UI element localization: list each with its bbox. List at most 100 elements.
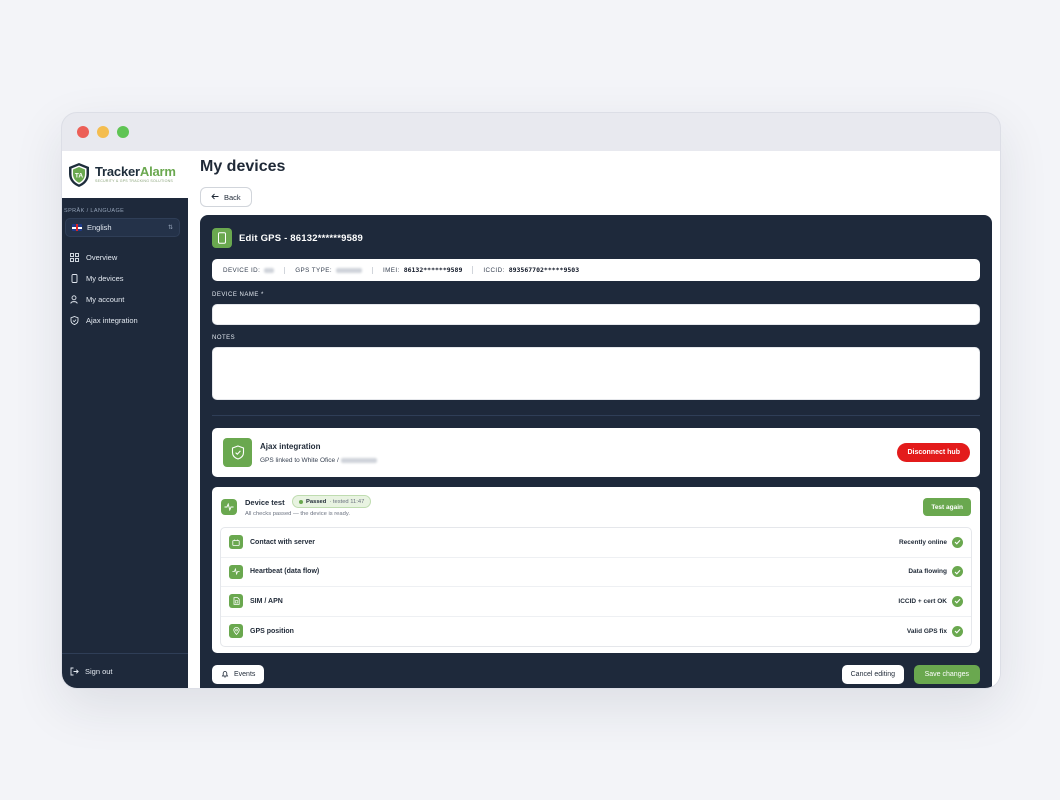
iccid-label: ICCID:	[483, 266, 505, 274]
logo-monogram: TA	[75, 172, 83, 179]
device-id-redacted	[264, 267, 275, 273]
language-select[interactable]: English ⇅	[65, 218, 180, 237]
sidebar-item-label: My account	[86, 295, 125, 304]
check-label: Contact with server	[250, 538, 315, 546]
location-icon	[229, 624, 243, 639]
language-label: SPRÅK / LANGUAGE	[64, 208, 125, 214]
check-row-heartbeat: Heartbeat (data flow) Data flowing	[221, 558, 971, 587]
logo[interactable]: TA TrackerAlarm SECURITY & GPS TRACKING …	[62, 151, 188, 198]
check-label: GPS position	[250, 627, 294, 635]
uk-flag-icon	[72, 224, 82, 231]
window-titlebar	[62, 113, 1000, 151]
sidebar-item-my-account[interactable]: My account	[62, 289, 188, 310]
device-id-label: DEVICE ID:	[223, 266, 261, 274]
check-row-server: Contact with server Recently online	[221, 528, 971, 558]
disconnect-hub-button[interactable]: Disconnect hub	[897, 443, 970, 462]
check-label: Heartbeat (data flow)	[250, 568, 320, 576]
section-divider	[212, 415, 980, 416]
ajax-subtitle: GPS linked to White Ofice /	[260, 457, 339, 464]
checks-list: Contact with server Recently online Hear…	[220, 527, 972, 647]
check-circle-icon	[952, 566, 963, 578]
device-test-card: Device test Passed · tested 11:47 All ch…	[212, 487, 980, 653]
status-dot-icon	[299, 499, 303, 504]
brand-name-part2: Alarm	[139, 164, 176, 179]
imei-group: IMEI: 86132******9589	[382, 266, 474, 274]
sign-out-label: Sign out	[85, 666, 113, 676]
language-value: English	[87, 223, 112, 232]
check-status: Valid GPS fix	[906, 627, 947, 635]
back-label: Back	[224, 192, 241, 202]
status-badge: Passed · tested 11:47	[292, 495, 372, 508]
maximize-window-button[interactable]	[117, 126, 129, 138]
device-name-input[interactable]	[212, 304, 980, 325]
shield-icon	[70, 316, 79, 325]
sidebar-item-my-devices[interactable]: My devices	[62, 268, 188, 289]
iccid-value: 893567702*****9503	[508, 266, 580, 274]
events-button[interactable]: Events	[212, 665, 265, 684]
device-identifiers-bar: DEVICE ID: GPS TYPE: IMEI: 86132******95…	[212, 259, 980, 281]
sidebar-item-label: Overview	[86, 253, 118, 262]
events-label: Events	[234, 671, 256, 678]
iccid-group: ICCID: 893567702*****9503	[483, 266, 589, 274]
cancel-editing-button[interactable]: Cancel editing	[841, 665, 904, 684]
save-changes-button[interactable]: Save changes	[913, 665, 980, 684]
check-row-gps: GPS position Valid GPS fix	[221, 617, 971, 647]
ajax-integration-card: Ajax integration GPS linked to White Ofi…	[212, 428, 980, 477]
check-circle-icon	[952, 536, 963, 548]
sidebar-item-label: My devices	[86, 274, 124, 283]
gps-type-redacted	[335, 267, 362, 273]
pulse-icon	[229, 564, 243, 579]
hub-id-redacted	[340, 458, 377, 463]
edit-title: Edit GPS - 86132******9589	[239, 232, 364, 244]
sim-icon	[229, 594, 243, 609]
ajax-shield-icon	[223, 438, 252, 467]
logo-shield-icon: TA	[69, 162, 89, 187]
check-status: Data flowing	[908, 568, 947, 576]
main-content: My devices Back Edit GPS - 86132******95…	[188, 151, 1000, 688]
notes-textarea[interactable]	[212, 347, 980, 400]
device-name-label: DEVICE NAME *	[212, 292, 264, 298]
chevron-updown-icon: ⇅	[167, 225, 173, 231]
close-window-button[interactable]	[77, 126, 89, 138]
imei-value: 86132******9589	[403, 266, 463, 274]
check-label: SIM / APN	[250, 597, 283, 605]
check-status: ICCID + cert OK	[898, 597, 947, 605]
sidebar-item-label: Ajax integration	[86, 316, 138, 325]
gps-type-group: GPS TYPE:	[295, 266, 373, 274]
imei-label: IMEI:	[382, 266, 400, 274]
edit-device-panel: Edit GPS - 86132******9589 DEVICE ID: GP…	[200, 215, 992, 688]
check-status: Recently online	[898, 538, 947, 546]
edit-header: Edit GPS - 86132******9589	[212, 228, 363, 248]
check-circle-icon	[952, 625, 963, 637]
bell-icon	[221, 670, 229, 680]
notes-label: NOTES	[212, 335, 236, 341]
user-icon	[70, 295, 79, 304]
brand-name: TrackerAlarm	[95, 165, 176, 179]
device-test-title: Device test	[245, 498, 285, 507]
sidebar-item-ajax-integration[interactable]: Ajax integration	[62, 310, 188, 331]
back-button[interactable]: Back	[200, 187, 252, 207]
pulse-icon	[221, 499, 237, 515]
ajax-subtitle-row: GPS linked to White Ofice /	[260, 457, 377, 464]
browser-window: TA TrackerAlarm SECURITY & GPS TRACKING …	[61, 112, 1001, 689]
page-title: My devices	[200, 158, 286, 175]
sign-out-icon	[70, 667, 79, 676]
sidebar: TA TrackerAlarm SECURITY & GPS TRACKING …	[62, 151, 188, 688]
device-icon	[212, 228, 232, 248]
app: TA TrackerAlarm SECURITY & GPS TRACKING …	[62, 151, 1000, 688]
check-circle-icon	[952, 595, 963, 607]
sign-out-button[interactable]: Sign out	[62, 653, 188, 688]
brand-tagline: SECURITY & GPS TRACKING SOLUTIONS	[95, 179, 173, 183]
status-text: Passed	[306, 498, 327, 505]
device-id-group: DEVICE ID:	[223, 266, 286, 274]
sidebar-nav: Overview My devices My account Ajax inte…	[62, 247, 188, 331]
device-test-subtitle: All checks passed — the device is ready.	[245, 511, 350, 517]
test-again-button[interactable]: Test again	[923, 498, 971, 516]
gps-type-label: GPS TYPE:	[295, 266, 332, 274]
minimize-window-button[interactable]	[97, 126, 109, 138]
grid-icon	[70, 253, 79, 262]
sidebar-item-overview[interactable]: Overview	[62, 247, 188, 268]
check-row-sim: SIM / APN ICCID + cert OK	[221, 587, 971, 617]
phone-icon	[70, 274, 79, 283]
server-icon	[229, 535, 243, 550]
